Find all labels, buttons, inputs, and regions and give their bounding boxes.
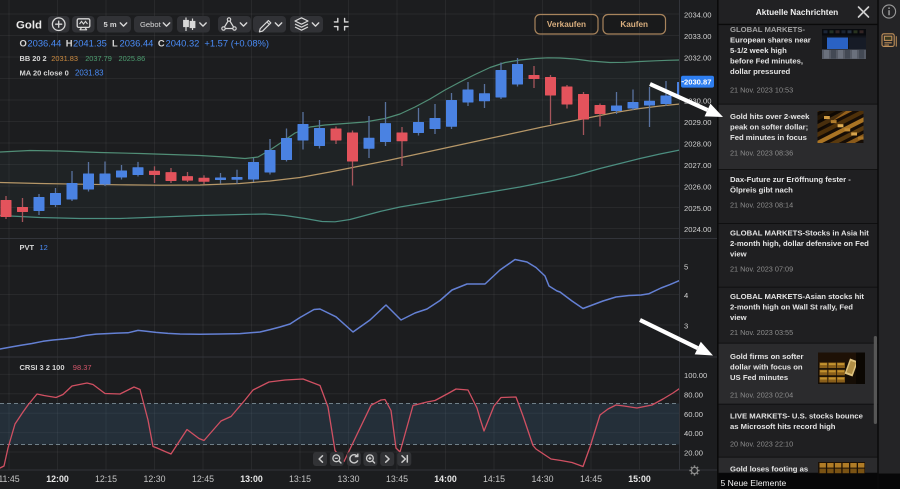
svg-text:4: 4	[684, 291, 688, 300]
svg-text:peak on softer dollar;: peak on softer dollar;	[730, 123, 808, 132]
svg-text:H: H	[66, 37, 73, 48]
svg-text:2029.00: 2029.00	[684, 118, 711, 127]
svg-text:2036.44: 2036.44	[27, 37, 61, 48]
svg-text:15:00: 15:00	[628, 474, 651, 484]
svg-text:12:15: 12:15	[95, 474, 117, 484]
svg-text:view: view	[730, 313, 747, 322]
svg-text:2033.00: 2033.00	[684, 32, 711, 41]
svg-text:as Microsoft hits record high: as Microsoft hits record high	[730, 422, 836, 431]
svg-text:21 Nov. 2023 10:53: 21 Nov. 2023 10:53	[730, 86, 793, 95]
svg-text:21 Nov. 2023 08:36: 21 Nov. 2023 08:36	[730, 149, 793, 158]
svg-text:Gold hits over 2-week: Gold hits over 2-week	[730, 112, 810, 121]
svg-text:2024.00: 2024.00	[684, 225, 711, 234]
svg-text:US Fed minutes: US Fed minutes	[730, 373, 788, 382]
svg-text:2-month high on Wall St rally,: 2-month high on Wall St rally, Fed	[730, 303, 853, 312]
svg-text:12:00: 12:00	[46, 474, 69, 484]
svg-text:5: 5	[684, 263, 688, 272]
svg-text:Verkaufen: Verkaufen	[547, 20, 586, 29]
svg-text:2028.00: 2028.00	[684, 140, 711, 149]
svg-text:O: O	[20, 37, 27, 48]
svg-text:2-month high, dollar defensive: 2-month high, dollar defensive on Fed	[730, 239, 869, 248]
svg-text:40.00: 40.00	[684, 429, 703, 438]
svg-text:2025.86: 2025.86	[119, 54, 146, 63]
svg-text:13:30: 13:30	[337, 474, 359, 484]
svg-text:Gold: Gold	[16, 20, 42, 32]
svg-text:12: 12	[40, 243, 48, 252]
svg-text:Gold loses footing as: Gold loses footing as	[730, 465, 808, 474]
svg-text:3: 3	[684, 322, 688, 331]
svg-text:21 Nov. 2023 07:09: 21 Nov. 2023 07:09	[730, 265, 793, 274]
svg-text:2041.35: 2041.35	[73, 37, 107, 48]
svg-text:2031.83: 2031.83	[51, 54, 78, 63]
svg-text:13:45: 13:45	[386, 474, 408, 484]
svg-text:2030.87: 2030.87	[684, 78, 711, 87]
svg-text:Dax-Future zur Eröffnung feste: Dax-Future zur Eröffnung fester -	[730, 175, 851, 184]
svg-text:5 Neue Elemente: 5 Neue Elemente	[721, 478, 787, 488]
svg-text:20 Nov. 2023 22:10: 20 Nov. 2023 22:10	[730, 440, 793, 449]
svg-text:21 Nov. 2023 08:14: 21 Nov. 2023 08:14	[730, 201, 793, 210]
svg-text:100.00: 100.00	[684, 371, 707, 380]
svg-text:Kaufen: Kaufen	[620, 20, 648, 29]
svg-text:80.00: 80.00	[684, 390, 703, 399]
svg-text:14:00: 14:00	[434, 474, 457, 484]
svg-text:21 Nov. 2023 02:04: 21 Nov. 2023 02:04	[730, 391, 793, 400]
svg-text:12:45: 12:45	[192, 474, 214, 484]
svg-text:GLOBAL MARKETS-Asian stocks hi: GLOBAL MARKETS-Asian stocks hit	[730, 292, 864, 301]
svg-text:BB 20 2: BB 20 2	[20, 54, 47, 63]
svg-text:+1.57 (+0.08%): +1.57 (+0.08%)	[204, 37, 269, 48]
svg-text:GLOBAL MARKETS-: GLOBAL MARKETS-	[730, 25, 805, 34]
svg-text:2026.00: 2026.00	[684, 183, 711, 192]
svg-text:Fed minutes in focus: Fed minutes in focus	[730, 133, 807, 142]
svg-text:MA 20 close 0: MA 20 close 0	[20, 68, 69, 77]
svg-text:2037.79: 2037.79	[85, 54, 112, 63]
svg-text:14:15: 14:15	[483, 474, 505, 484]
svg-text:98.37: 98.37	[73, 363, 92, 372]
svg-text:14:30: 14:30	[531, 474, 553, 484]
svg-text:2031.83: 2031.83	[75, 68, 104, 77]
svg-text:13:00: 13:00	[240, 474, 263, 484]
svg-text:2032.00: 2032.00	[684, 54, 711, 63]
svg-text:13:15: 13:15	[289, 474, 311, 484]
svg-text:CRSI 3 2 100: CRSI 3 2 100	[20, 363, 65, 372]
svg-text:5-1/2 week high: 5-1/2 week high	[730, 46, 787, 55]
svg-text:2025.00: 2025.00	[684, 204, 711, 213]
svg-text:14:45: 14:45	[580, 474, 602, 484]
svg-text:PVT: PVT	[20, 243, 35, 252]
svg-text:60.00: 60.00	[684, 410, 703, 419]
svg-text:LIVE MARKETS- U.S. stocks boun: LIVE MARKETS- U.S. stocks bounce	[730, 412, 864, 421]
svg-text:Ölpreis gibt nach: Ölpreis gibt nach	[730, 186, 793, 195]
svg-text:dollar with focus on: dollar with focus on	[730, 363, 803, 372]
svg-text:20.00: 20.00	[684, 449, 703, 458]
svg-text:European shares near: European shares near	[730, 36, 811, 45]
svg-text:2036.44: 2036.44	[120, 37, 154, 48]
svg-text:dollar pressured: dollar pressured	[730, 67, 791, 76]
svg-text:2040.32: 2040.32	[166, 37, 200, 48]
svg-text:view: view	[730, 250, 747, 259]
svg-text:Aktuelle Nachrichten: Aktuelle Nachrichten	[756, 7, 839, 17]
svg-text:Gold firms on softer: Gold firms on softer	[730, 352, 803, 361]
svg-text:2027.00: 2027.00	[684, 161, 711, 170]
svg-text:21 Nov. 2023 03:55: 21 Nov. 2023 03:55	[730, 328, 793, 337]
svg-text:11:45: 11:45	[0, 474, 20, 484]
svg-text:Gebot: Gebot	[140, 20, 162, 29]
svg-text:GLOBAL MARKETS-Stocks in Asia: GLOBAL MARKETS-Stocks in Asia hit	[730, 229, 869, 238]
svg-text:5 m: 5 m	[104, 20, 117, 29]
svg-text:L: L	[112, 37, 118, 48]
svg-text:C: C	[158, 37, 165, 48]
svg-text:12:30: 12:30	[143, 474, 165, 484]
svg-text:2034.00: 2034.00	[684, 11, 711, 20]
svg-text:before Fed minutes,: before Fed minutes,	[730, 56, 803, 65]
